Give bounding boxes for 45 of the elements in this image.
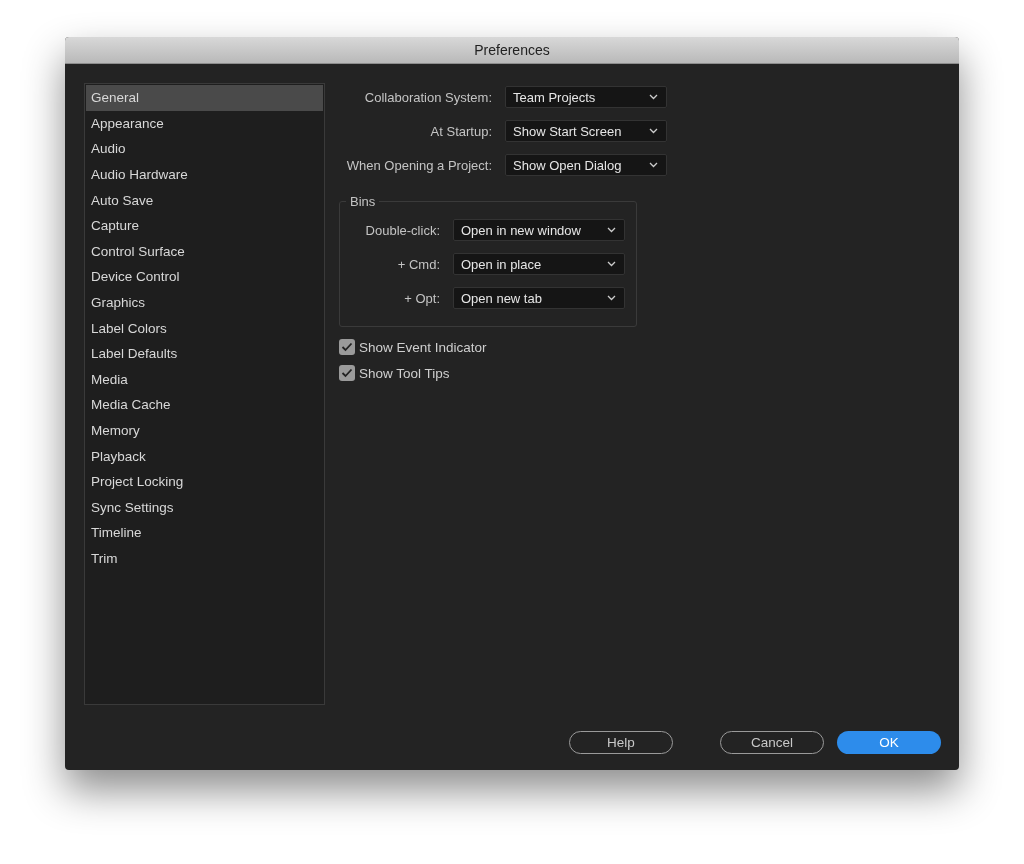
- sidebar-item[interactable]: Media Cache: [86, 392, 323, 418]
- sidebar-item[interactable]: Appearance: [86, 110, 323, 137]
- sidebar-item[interactable]: Sync Settings: [86, 494, 323, 521]
- chevron-down-icon: [607, 227, 616, 233]
- window-title: Preferences: [474, 42, 550, 58]
- sidebar-item[interactable]: Graphics: [86, 289, 323, 316]
- dropdown[interactable]: Open in new window: [453, 219, 625, 241]
- dropdown[interactable]: Show Open Dialog: [505, 154, 667, 176]
- setting-label: Double-click:: [365, 222, 440, 238]
- sidebar-item[interactable]: Label Colors: [86, 315, 323, 341]
- checkbox-label: Show Tool Tips: [359, 365, 450, 381]
- setting-label: Collaboration System:: [364, 89, 492, 105]
- checkmark-icon: [341, 342, 353, 352]
- chevron-down-icon: [607, 261, 616, 267]
- group-title: Bins: [346, 194, 380, 209]
- checkbox[interactable]: [339, 365, 355, 381]
- dropdown[interactable]: Show Start Screen: [505, 120, 667, 142]
- sidebar-item[interactable]: Project Locking: [86, 468, 323, 495]
- checkmark-icon: [341, 368, 353, 378]
- chevron-down-icon: [649, 162, 658, 168]
- setting-label: + Opt:: [404, 290, 440, 306]
- sidebar-item[interactable]: Label Defaults: [86, 340, 323, 367]
- sidebar-item[interactable]: Device Control: [86, 264, 323, 290]
- sidebar-item[interactable]: Memory: [86, 417, 323, 444]
- sidebar-item[interactable]: Playback: [86, 443, 323, 469]
- setting-label: When Opening a Project:: [346, 157, 492, 173]
- dropdown[interactable]: Open in place: [453, 253, 625, 275]
- chevron-down-icon: [649, 94, 658, 100]
- dropdown[interactable]: Open new tab: [453, 287, 625, 309]
- sidebar-item[interactable]: Audio: [86, 136, 323, 162]
- sidebar-item[interactable]: Audio Hardware: [86, 161, 323, 188]
- setting-label: At Startup:: [430, 123, 492, 139]
- sidebar-item[interactable]: Media: [86, 366, 323, 393]
- sidebar-item[interactable]: Capture: [86, 212, 323, 239]
- sidebar-item[interactable]: Timeline: [86, 520, 323, 546]
- checkbox-label: Show Event Indicator: [359, 339, 487, 355]
- sidebar-item[interactable]: General: [86, 85, 323, 111]
- dropdown[interactable]: Team Projects: [505, 86, 667, 108]
- chevron-down-icon: [607, 295, 616, 301]
- sidebar-item[interactable]: Auto Save: [86, 187, 323, 213]
- sidebar-item[interactable]: Control Surface: [86, 238, 323, 265]
- setting-label: + Cmd:: [397, 256, 440, 272]
- sidebar-item[interactable]: Trim: [86, 545, 323, 572]
- chevron-down-icon: [649, 128, 658, 134]
- checkbox[interactable]: [339, 339, 355, 355]
